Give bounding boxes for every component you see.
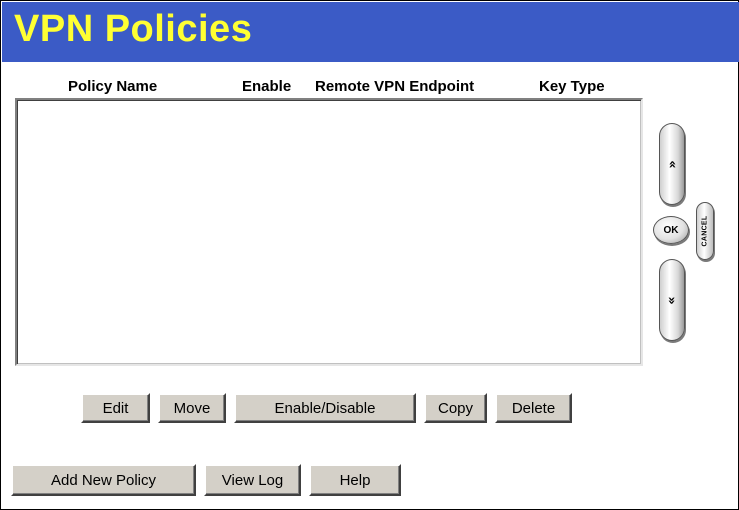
edit-button[interactable]: Edit xyxy=(81,393,150,423)
column-header-policy-name: Policy Name xyxy=(68,78,158,95)
title-bar: VPN Policies xyxy=(2,2,739,62)
column-header-remote-vpn-endpoint: Remote VPN Endpoint xyxy=(315,78,475,95)
copy-button[interactable]: Copy xyxy=(424,393,487,423)
page-title: VPN Policies xyxy=(14,8,253,50)
cancel-label: CANCEL xyxy=(701,215,709,247)
column-header-enable: Enable xyxy=(242,78,292,95)
policy-list[interactable] xyxy=(15,98,643,366)
enable-disable-button[interactable]: Enable/Disable xyxy=(234,393,416,423)
double-chevron-up-icon: « xyxy=(664,159,680,169)
cancel-button[interactable]: CANCEL xyxy=(696,202,714,260)
scroll-up-button[interactable]: « xyxy=(659,123,685,205)
ok-label: OK xyxy=(663,224,679,236)
column-header-key-type: Key Type xyxy=(539,78,605,95)
scroll-down-button[interactable]: « xyxy=(659,259,685,341)
help-button[interactable]: Help xyxy=(309,464,401,496)
add-new-policy-button[interactable]: Add New Policy xyxy=(11,464,196,496)
double-chevron-down-icon: « xyxy=(664,295,680,305)
vpn-policies-page: VPN Policies Policy Name Enable Remote V… xyxy=(0,0,739,510)
move-button[interactable]: Move xyxy=(158,393,226,423)
delete-button[interactable]: Delete xyxy=(495,393,572,423)
ok-button[interactable]: OK xyxy=(653,216,689,244)
view-log-button[interactable]: View Log xyxy=(204,464,301,496)
